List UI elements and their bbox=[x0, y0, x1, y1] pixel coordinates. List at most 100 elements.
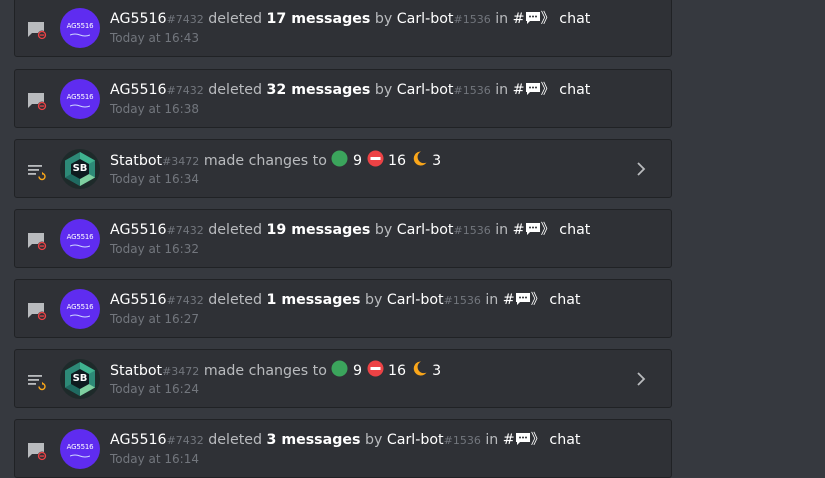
by-text: by bbox=[374, 222, 393, 238]
green-circle-icon bbox=[331, 150, 348, 167]
audit-log-entry[interactable]: SB Statbot#3472 made changes to 9 16 3 T… bbox=[14, 139, 672, 198]
in-text: in bbox=[495, 82, 509, 98]
target-name[interactable]: Carl-bot bbox=[397, 82, 454, 98]
entry-summary: AG5516#7432 deleted 17 messages by Carl-… bbox=[110, 9, 590, 30]
timestamp: Today at 16:43 bbox=[110, 31, 199, 45]
message-count: 1 messages bbox=[266, 292, 361, 308]
timestamp: Today at 16:14 bbox=[110, 452, 199, 466]
audit-log-entry[interactable]: AG5516 AG5516#7432 deleted 3 messages by… bbox=[14, 419, 672, 478]
entry-summary: Statbot#3472 made changes to 9 16 3 bbox=[110, 360, 441, 382]
avatar: SB bbox=[60, 359, 100, 399]
message-delete-icon bbox=[28, 93, 47, 111]
channel-separator: 》 bbox=[540, 222, 555, 238]
user-discriminator: #7432 bbox=[166, 434, 204, 447]
no-entry-icon bbox=[367, 150, 384, 167]
timestamp: Today at 16:34 bbox=[110, 172, 199, 186]
avatar: AG5516 bbox=[60, 79, 100, 119]
audit-log-entry[interactable]: AG5516 AG5516#7432 deleted 17 messages b… bbox=[14, 0, 672, 57]
message-count: 17 messages bbox=[266, 11, 371, 27]
action-text: made changes to bbox=[203, 153, 327, 169]
channel-separator: 》 bbox=[540, 82, 555, 98]
entry-summary: Statbot#3472 made changes to 9 16 3 bbox=[110, 150, 441, 172]
by-text: by bbox=[374, 82, 393, 98]
target-discriminator: #1536 bbox=[453, 84, 491, 97]
channel-name[interactable]: chat bbox=[549, 432, 580, 448]
audit-log-entry[interactable]: SB Statbot#3472 made changes to 9 16 3 T… bbox=[14, 349, 672, 408]
user-discriminator: #7432 bbox=[166, 294, 204, 307]
channel-name[interactable]: chat bbox=[559, 11, 590, 27]
user-name[interactable]: AG5516 bbox=[110, 432, 167, 448]
entry-summary: AG5516#7432 deleted 1 messages by Carl-b… bbox=[110, 290, 580, 311]
in-text: in bbox=[495, 11, 509, 27]
by-text: by bbox=[364, 432, 383, 448]
channel-hash: # bbox=[512, 82, 525, 98]
user-name[interactable]: AG5516 bbox=[110, 292, 167, 308]
target-name[interactable]: Carl-bot bbox=[397, 222, 454, 238]
speech-balloon-icon bbox=[515, 293, 530, 305]
in-text: in bbox=[485, 292, 499, 308]
user-discriminator: #3472 bbox=[162, 155, 200, 168]
online-count: 9 bbox=[352, 363, 362, 379]
timestamp: Today at 16:24 bbox=[110, 382, 199, 396]
target-discriminator: #1536 bbox=[443, 294, 481, 307]
message-count: 19 messages bbox=[266, 222, 371, 238]
channel-name[interactable]: chat bbox=[559, 82, 590, 98]
channel-update-icon bbox=[28, 165, 46, 181]
channel-name[interactable]: chat bbox=[549, 292, 580, 308]
channel-hash: # bbox=[512, 222, 525, 238]
crescent-moon-icon bbox=[413, 151, 427, 166]
chevron-right-icon[interactable] bbox=[636, 372, 646, 386]
user-name[interactable]: AG5516 bbox=[110, 222, 167, 238]
channel-hash: # bbox=[502, 292, 515, 308]
channel-name[interactable]: chat bbox=[559, 222, 590, 238]
message-delete-icon bbox=[28, 443, 47, 461]
entry-summary: AG5516#7432 deleted 32 messages by Carl-… bbox=[110, 80, 590, 101]
target-name[interactable]: Carl-bot bbox=[387, 292, 444, 308]
channel-separator: 》 bbox=[540, 11, 555, 27]
speech-balloon-icon bbox=[525, 223, 540, 235]
user-name[interactable]: Statbot bbox=[110, 153, 162, 169]
timestamp: Today at 16:27 bbox=[110, 312, 199, 326]
action-text: deleted bbox=[208, 82, 262, 98]
message-delete-icon bbox=[28, 303, 47, 321]
user-name[interactable]: AG5516 bbox=[110, 11, 167, 27]
no-entry-icon bbox=[367, 360, 384, 377]
audit-log-entry[interactable]: AG5516 AG5516#7432 deleted 19 messages b… bbox=[14, 209, 672, 268]
online-count: 9 bbox=[352, 153, 362, 169]
avatar: AG5516 bbox=[60, 8, 100, 48]
message-delete-icon bbox=[28, 22, 47, 40]
idle-count: 3 bbox=[432, 153, 442, 169]
user-name[interactable]: Statbot bbox=[110, 363, 162, 379]
speech-balloon-icon bbox=[525, 12, 540, 24]
target-name[interactable]: Carl-bot bbox=[387, 432, 444, 448]
avatar: AG5516 bbox=[60, 219, 100, 259]
audit-log-entry[interactable]: AG5516 AG5516#7432 deleted 1 messages by… bbox=[14, 279, 672, 338]
entry-summary: AG5516#7432 deleted 19 messages by Carl-… bbox=[110, 220, 590, 241]
timestamp: Today at 16:32 bbox=[110, 242, 199, 256]
action-text: deleted bbox=[208, 432, 262, 448]
action-text: deleted bbox=[208, 11, 262, 27]
user-discriminator: #7432 bbox=[166, 13, 204, 26]
channel-hash: # bbox=[502, 432, 515, 448]
audit-log-entry[interactable]: AG5516 AG5516#7432 deleted 32 messages b… bbox=[14, 69, 672, 128]
target-discriminator: #1536 bbox=[453, 224, 491, 237]
message-count: 32 messages bbox=[266, 82, 371, 98]
entry-summary: AG5516#7432 deleted 3 messages by Carl-b… bbox=[110, 430, 580, 451]
green-circle-icon bbox=[331, 360, 348, 377]
target-name[interactable]: Carl-bot bbox=[397, 11, 454, 27]
idle-count: 3 bbox=[432, 363, 442, 379]
chevron-right-icon[interactable] bbox=[636, 162, 646, 176]
by-text: by bbox=[374, 11, 393, 27]
avatar: AG5516 bbox=[60, 289, 100, 329]
speech-balloon-icon bbox=[515, 433, 530, 445]
channel-update-icon bbox=[28, 375, 46, 391]
user-name[interactable]: AG5516 bbox=[110, 82, 167, 98]
action-text: made changes to bbox=[203, 363, 327, 379]
message-delete-icon bbox=[28, 233, 47, 251]
by-text: by bbox=[364, 292, 383, 308]
in-text: in bbox=[485, 432, 499, 448]
timestamp: Today at 16:38 bbox=[110, 102, 199, 116]
avatar: SB bbox=[60, 149, 100, 189]
message-count: 3 messages bbox=[266, 432, 361, 448]
avatar: AG5516 bbox=[60, 429, 100, 469]
